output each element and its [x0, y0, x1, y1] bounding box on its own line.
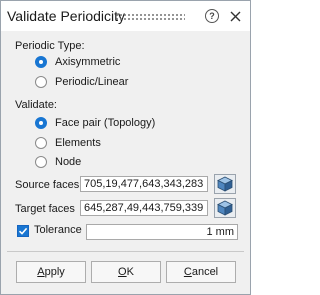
radio-unselected-icon [35, 137, 47, 149]
title-bar[interactable]: Validate Periodicity ? [1, 1, 250, 31]
ok-button[interactable]: OK [91, 261, 161, 283]
target-faces-pick-button[interactable] [214, 198, 236, 218]
cancel-label: ancel [191, 266, 219, 278]
tolerance-label: Tolerance [34, 224, 82, 236]
close-icon [230, 11, 240, 21]
radio-axisymmetric-label: Axisymmetric [55, 56, 121, 68]
tolerance-checkbox[interactable] [17, 225, 29, 237]
validate-label: Validate: [15, 99, 57, 111]
apply-button[interactable]: Apply [16, 261, 86, 283]
radio-face-pair-label: Face pair (Topology) [55, 117, 156, 129]
radio-selected-icon [35, 56, 47, 68]
apply-mnemonic: A [37, 266, 45, 278]
ok-label: K [126, 266, 134, 278]
help-icon: ? [205, 9, 219, 23]
checkmark-icon [18, 227, 28, 235]
radio-elements[interactable]: Elements [35, 137, 101, 149]
cancel-mnemonic: C [183, 266, 192, 278]
radio-unselected-icon [35, 156, 47, 168]
source-faces-input[interactable]: 705,19,477,643,343,283 [80, 176, 208, 192]
button-separator [7, 251, 244, 252]
apply-label: pply [44, 266, 65, 278]
source-faces-label: Source faces [15, 179, 80, 191]
radio-face-pair[interactable]: Face pair (Topology) [35, 117, 155, 129]
radio-unselected-icon [35, 76, 47, 88]
close-button[interactable] [228, 9, 242, 23]
select-cube-icon [217, 200, 233, 216]
source-faces-pick-button[interactable] [214, 174, 236, 194]
drag-grip-icon[interactable] [115, 13, 185, 21]
radio-elements-label: Elements [55, 137, 101, 149]
tolerance-input[interactable]: 1 mm [86, 224, 238, 240]
radio-node-label: Node [55, 156, 82, 168]
dialog-title: Validate Periodicity [7, 8, 126, 24]
periodic-type-label: Periodic Type: [15, 40, 85, 52]
radio-periodic-linear[interactable]: Periodic/Linear [35, 76, 128, 88]
ok-mnemonic: O [118, 266, 127, 278]
target-faces-input[interactable]: 645,287,49,443,759,339 [80, 200, 208, 216]
radio-node[interactable]: Node [35, 156, 81, 168]
cancel-button[interactable]: Cancel [166, 261, 236, 283]
radio-axisymmetric[interactable]: Axisymmetric [35, 56, 120, 68]
validate-periodicity-dialog: Validate Periodicity ? Periodic Type: Ax… [0, 0, 251, 295]
help-button[interactable]: ? [205, 9, 219, 23]
radio-periodic-linear-label: Periodic/Linear [55, 76, 129, 88]
radio-selected-icon [35, 117, 47, 129]
select-cube-icon [217, 176, 233, 192]
target-faces-label: Target faces [15, 203, 75, 215]
